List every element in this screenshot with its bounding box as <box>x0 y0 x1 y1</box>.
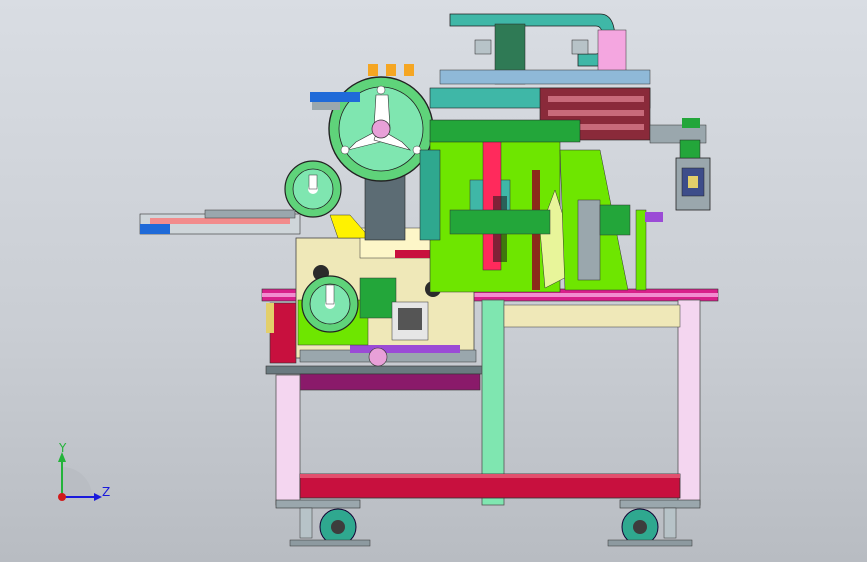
machine-assembly-model[interactable] <box>0 0 867 562</box>
y-axis-label: Y <box>59 441 67 455</box>
orientation-triad <box>58 452 102 501</box>
caster-right <box>607 507 693 547</box>
z-axis-label: Z <box>102 485 111 499</box>
cad-viewport[interactable]: Y Z <box>0 0 867 562</box>
right-side-box <box>675 139 711 211</box>
caster-left <box>289 507 371 547</box>
main-film-wheel <box>328 64 434 241</box>
upper-left-reel <box>284 160 342 218</box>
lower-left-reel <box>301 275 359 333</box>
central-frame-structure <box>419 139 663 293</box>
left-cylinder-arm <box>139 209 301 235</box>
